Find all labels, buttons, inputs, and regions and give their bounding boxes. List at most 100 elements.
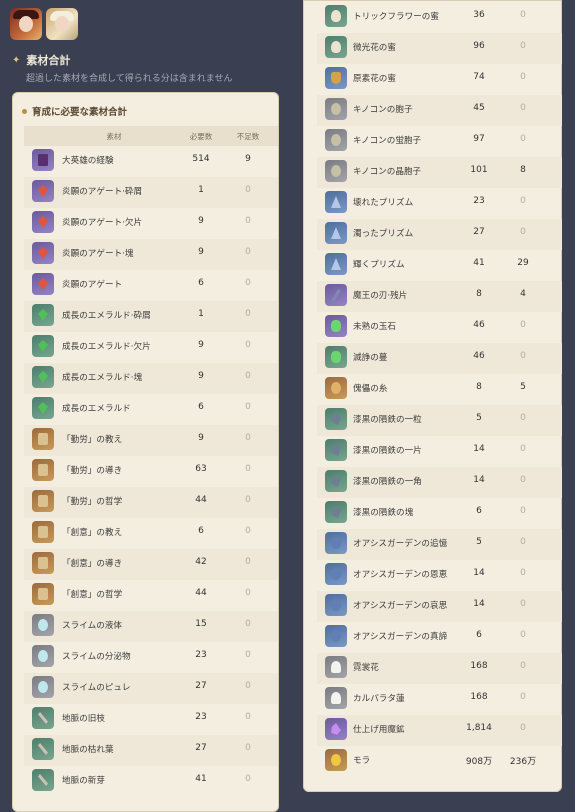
shortage-count: 0 — [520, 723, 526, 733]
shortage-count: 0 — [245, 278, 251, 288]
materials-panel-right: トリックフラワーの蜜 36 0 微光花の蜜 96 0 原素花の蜜 74 0 キノコンの胞子 45 0 キ… — [303, 0, 562, 792]
table-row: 「勤労」の導き 63 0 — [24, 456, 278, 487]
scroll-icon — [32, 521, 54, 543]
table-row: 未熟の玉石 46 0 — [317, 312, 562, 343]
shortage-count: 0 — [245, 619, 251, 629]
table-row: 濁ったプリズム 27 0 — [317, 219, 562, 250]
scroll-icon — [32, 552, 54, 574]
ore-icon — [325, 718, 347, 740]
column-header-required: 必要数 — [189, 132, 213, 141]
mora-icon — [325, 749, 347, 771]
material-name: 未熟の玉石 — [353, 322, 396, 332]
red-gem-icon — [32, 242, 54, 264]
table-row: 壊れたプリズム 23 0 — [317, 188, 562, 219]
table-row: 大英雄の経験 514 9 — [24, 146, 278, 177]
table-row: 魔王の刃·残片 8 4 — [317, 281, 562, 312]
required-count: 14 — [473, 475, 485, 485]
table-row: 霓裳花 168 0 — [317, 653, 562, 684]
material-name: 炎願のアゲート — [62, 280, 123, 290]
material-name: 炎願のアゲート·欠片 — [62, 218, 143, 228]
lotus-icon — [325, 687, 347, 709]
shortage-count: 0 — [520, 41, 526, 51]
shortage-count: 4 — [520, 289, 526, 299]
shortage-count: 0 — [245, 557, 251, 567]
shortage-count: 0 — [245, 650, 251, 660]
required-count: 27 — [195, 743, 207, 753]
table-row: 微光花の蜜 96 0 — [317, 33, 562, 64]
table-row: 炎願のアゲート·欠片 9 0 — [24, 208, 278, 239]
spore-icon — [325, 98, 347, 120]
material-name: 地脈の新芽 — [62, 776, 105, 786]
prism-icon — [325, 191, 347, 213]
table-row: 「創意」の教え 6 0 — [24, 518, 278, 549]
green-gem-icon — [32, 366, 54, 388]
table-row: 成長のエメラルド·塊 9 0 — [24, 363, 278, 394]
table-row: 漆黒の隕鉄の塊 6 0 — [317, 498, 562, 529]
book-icon — [32, 149, 54, 171]
shortage-count: 0 — [520, 227, 526, 237]
shortage-count: 0 — [245, 588, 251, 598]
table-row: 地脈の新芽 41 0 — [24, 766, 278, 797]
table-row: 地脈の枯れ葉 27 0 — [24, 735, 278, 766]
shortage-count: 0 — [245, 309, 251, 319]
material-name: 壊れたプリズム — [353, 198, 414, 208]
material-name: 濁ったプリズム — [353, 229, 414, 239]
slime-icon — [32, 645, 54, 667]
shortage-count: 0 — [245, 371, 251, 381]
table-row: キノコンの胞子 45 0 — [317, 95, 562, 126]
required-count: 14 — [473, 568, 485, 578]
table-row: オアシスガーデンの真諦 6 0 — [317, 622, 562, 653]
shortage-count: 0 — [520, 599, 526, 609]
shortage-count: 0 — [520, 444, 526, 454]
table-row: オアシスガーデンの追憶 5 0 — [317, 529, 562, 560]
shortage-count: 0 — [245, 402, 251, 412]
shortage-count: 0 — [520, 537, 526, 547]
material-name: 「勤労」の哲学 — [62, 497, 123, 507]
oasis-icon — [325, 563, 347, 585]
table-row: 炎願のアゲート·砕屑 1 0 — [24, 177, 278, 208]
required-count: 27 — [473, 227, 485, 237]
iron-icon — [325, 439, 347, 461]
table-row: 「勤労」の哲学 44 0 — [24, 487, 278, 518]
material-name: 地脈の枯れ葉 — [62, 745, 114, 755]
material-name: オアシスガーデンの追憶 — [353, 539, 448, 549]
summary-title: ✦ 素材合計 — [12, 52, 70, 68]
required-count: 45 — [473, 103, 485, 113]
shortage-count: 0 — [245, 464, 251, 474]
shortage-count: 0 — [520, 10, 526, 20]
required-count: 44 — [195, 588, 207, 598]
avatar[interactable] — [10, 8, 42, 40]
shortage-count: 0 — [520, 320, 526, 330]
material-name: スライムのピュレ — [62, 683, 131, 693]
table-row: オアシスガーデンの恩恵 14 0 — [317, 560, 562, 591]
material-name: オアシスガーデンの恩恵 — [353, 570, 448, 580]
slime-icon — [32, 676, 54, 698]
table-row: 成長のエメラルド·欠片 9 0 — [24, 332, 278, 363]
shortage-count: 0 — [520, 196, 526, 206]
table-header: 素材 必要数 不足数 — [24, 126, 278, 146]
material-name: 原素花の蜜 — [353, 74, 396, 84]
material-list-right: トリックフラワーの蜜 36 0 微光花の蜜 96 0 原素花の蜜 74 0 キノコンの胞子 45 0 キ… — [317, 2, 562, 777]
table-row: 成長のエメラルド·砕屑 1 0 — [24, 301, 278, 332]
slime-icon — [32, 614, 54, 636]
table-row: 炎願のアゲート 6 0 — [24, 270, 278, 301]
shortage-count: 9 — [245, 154, 251, 164]
vine-icon — [325, 346, 347, 368]
shortage-count: 0 — [245, 712, 251, 722]
material-name: 滅諍の蔓 — [353, 353, 388, 363]
table-row: キノコンの蛍胞子 97 0 — [317, 126, 562, 157]
scroll-icon — [32, 583, 54, 605]
required-count: 6 — [198, 402, 204, 412]
material-name: 傀儡の糸 — [353, 384, 388, 394]
material-name: スライムの分泌物 — [62, 652, 131, 662]
shortage-count: 0 — [520, 692, 526, 702]
panel-header: 育成に必要な素材合計 — [22, 104, 127, 118]
table-row: スライムの液体 15 0 — [24, 611, 278, 642]
required-count: 74 — [473, 72, 485, 82]
shortage-count: 5 — [520, 382, 526, 392]
material-name: スライムの液体 — [62, 621, 122, 631]
avatar[interactable] — [46, 8, 78, 40]
shortage-count: 0 — [245, 216, 251, 226]
table-row: 滅諍の蔓 46 0 — [317, 343, 562, 374]
shortage-count: 0 — [520, 506, 526, 516]
